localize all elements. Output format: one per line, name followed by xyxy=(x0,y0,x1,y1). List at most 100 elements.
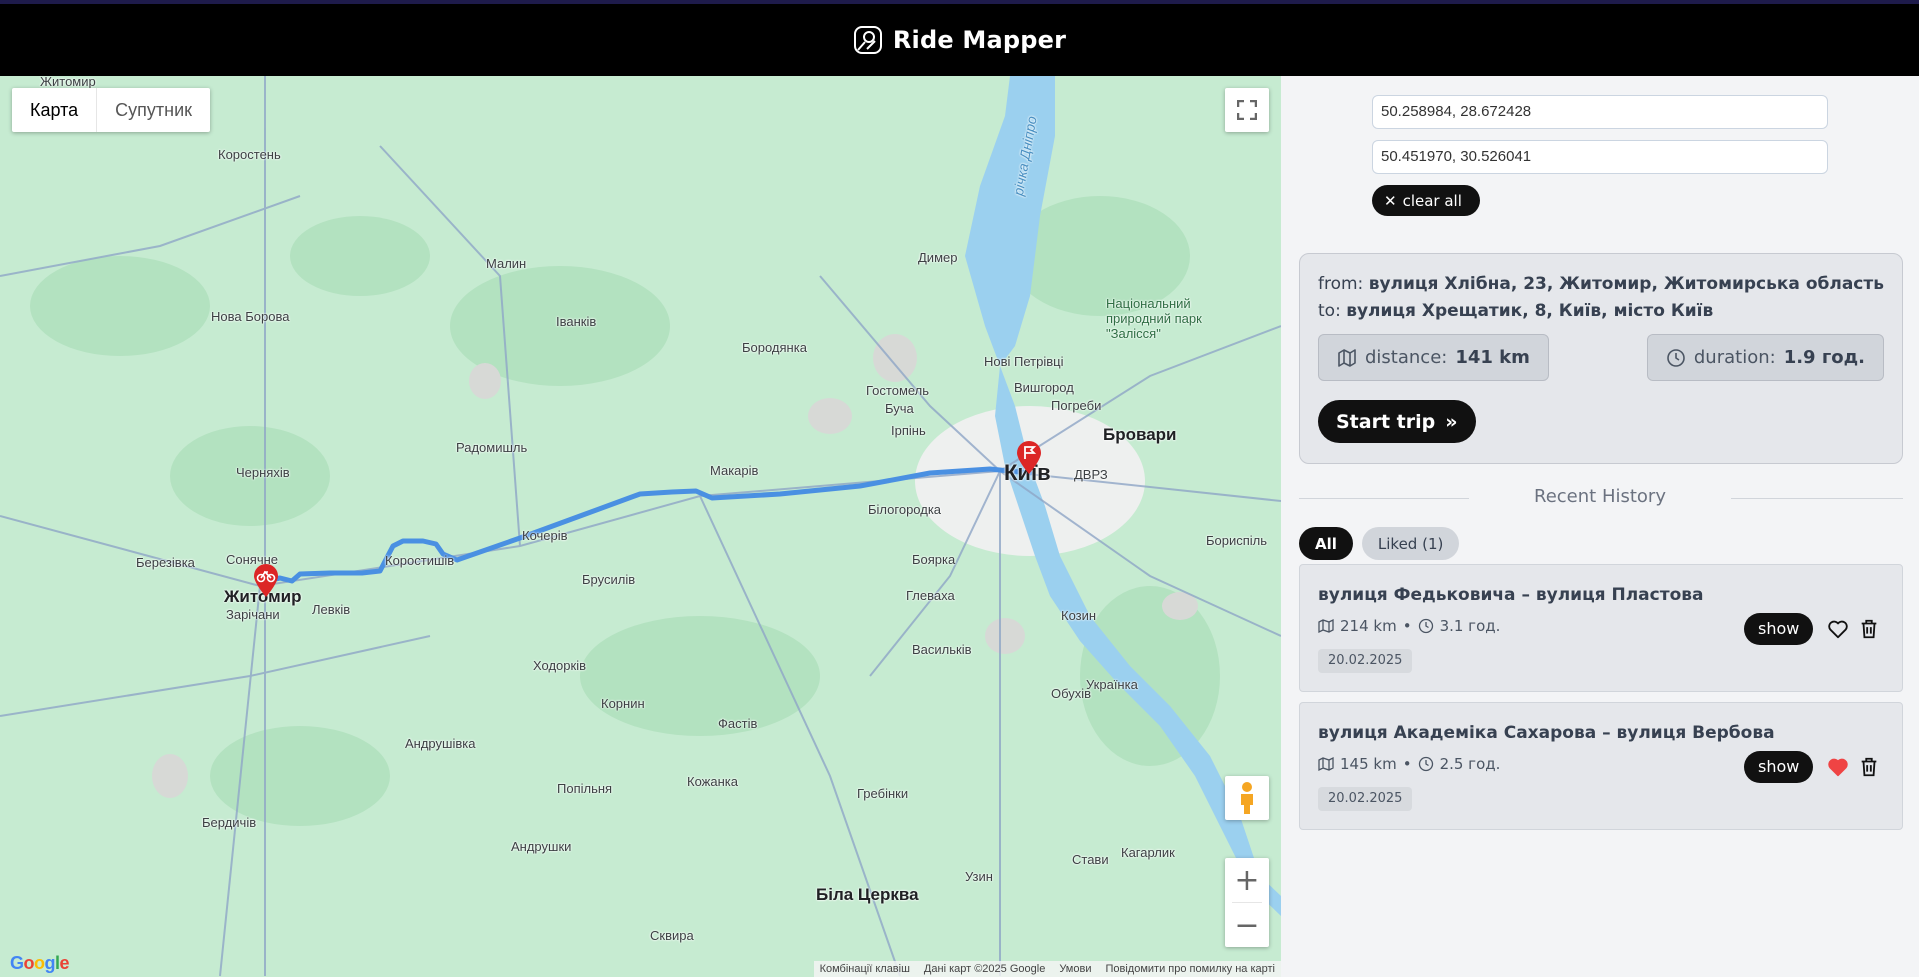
double-chevron-right-icon: » xyxy=(1445,410,1458,433)
show-button[interactable]: show xyxy=(1744,613,1814,645)
map-label: Погреби xyxy=(1051,398,1102,413)
history-item-date: 20.02.2025 xyxy=(1318,649,1413,673)
recent-history-title: Recent History xyxy=(1534,486,1666,507)
map-label: Іванків xyxy=(556,314,597,329)
flag-marker-icon[interactable] xyxy=(1014,439,1044,475)
map-label: Стави xyxy=(1072,852,1109,867)
report-error-link[interactable]: Повідомити про помилку на карті xyxy=(1105,963,1275,975)
map-label: Коростень xyxy=(218,147,281,162)
clear-all-button[interactable]: ✕ clear all xyxy=(1372,185,1480,216)
zoom-in-button[interactable]: + xyxy=(1225,858,1269,902)
map-type-map-button[interactable]: Карта xyxy=(12,88,98,132)
history-item-title: вулиця Федьковича – вулиця Пластова xyxy=(1318,585,1704,605)
map-label: Кочерів xyxy=(522,528,568,543)
tab-liked[interactable]: Liked (1) xyxy=(1361,527,1460,560)
map-label: Коростишів xyxy=(385,553,455,568)
map-label: Нові Петрівці xyxy=(984,354,1064,369)
map-label: Боярка xyxy=(912,552,956,567)
trash-icon[interactable] xyxy=(1858,756,1880,778)
map-label: Попільня xyxy=(557,781,613,796)
start-trip-button[interactable]: Start trip » xyxy=(1318,400,1476,443)
zoom-control: + − xyxy=(1225,858,1269,947)
map-label: Білогородка xyxy=(868,502,942,517)
duration-badge: duration: 1.9 год. xyxy=(1646,334,1884,381)
map-label: Бородянка xyxy=(742,340,807,355)
map-label: Березівка xyxy=(136,555,195,570)
map-label: Бердичів xyxy=(202,815,257,830)
clock-icon xyxy=(1418,618,1433,634)
map-pin-icon xyxy=(853,26,882,54)
map-label-park: Національний природний парк "Залісся" xyxy=(1106,296,1202,341)
street-view-button[interactable] xyxy=(1225,776,1269,820)
heart-icon[interactable] xyxy=(1827,618,1849,640)
map-label: Гребінки xyxy=(857,786,909,801)
clear-all-label: clear all xyxy=(1402,191,1462,210)
history-filter-tabs: All Liked (1) xyxy=(1299,527,1460,560)
map-type-control: Карта Супутник xyxy=(12,88,211,132)
map-label: Андрушки xyxy=(511,839,572,854)
map-label: Буча xyxy=(885,401,914,416)
route-from: from: вулиця Хлібна, 23, Житомир, Житоми… xyxy=(1318,274,1884,294)
show-button[interactable]: show xyxy=(1744,751,1814,783)
route-summary-card: from: вулиця Хлібна, 23, Житомир, Житоми… xyxy=(1299,253,1903,464)
history-item-date: 20.02.2025 xyxy=(1318,787,1413,811)
map-label: Кагарлик xyxy=(1121,845,1175,860)
sidebar: 50.258984, 28.672428 50.451970, 30.52604… xyxy=(1281,76,1919,977)
map-label: Димер xyxy=(918,250,958,265)
history-item-title: вулиця Академіка Сахарова – вулиця Вербо… xyxy=(1318,723,1775,743)
map-label: Радомишль xyxy=(456,440,528,455)
map-label: Обухів xyxy=(1051,686,1092,701)
map-label: Гостомель xyxy=(866,383,930,398)
map-icon xyxy=(1318,756,1334,772)
google-logo[interactable]: Google xyxy=(10,953,70,974)
heart-filled-icon[interactable] xyxy=(1827,756,1849,778)
map-type-satellite-button[interactable]: Супутник xyxy=(97,88,210,132)
map-label: Бориспіль xyxy=(1206,533,1268,548)
fullscreen-button[interactable] xyxy=(1225,88,1269,132)
tab-all[interactable]: All xyxy=(1299,527,1353,560)
map-label: Макарів xyxy=(710,463,759,478)
map-label: Кожанка xyxy=(687,774,738,789)
map-label: Вишгород xyxy=(1014,380,1074,395)
to-prefix: to: xyxy=(1318,301,1341,321)
distance-badge: distance: 141 km xyxy=(1318,334,1549,381)
duration-value: 1.9 год. xyxy=(1783,347,1865,368)
trash-icon[interactable] xyxy=(1858,618,1880,640)
distance-value: 141 km xyxy=(1455,347,1530,368)
map-label: Узин xyxy=(965,869,993,884)
clock-icon xyxy=(1667,348,1685,367)
map-label: ДВРЗ xyxy=(1074,467,1108,482)
route-to: to: вулиця Хрещатик, 8, Київ, місто Київ xyxy=(1318,301,1713,321)
map-label: Васильків xyxy=(912,642,972,657)
from-coordinates-input[interactable]: 50.258984, 28.672428 xyxy=(1372,95,1828,129)
duration-label: duration: xyxy=(1693,347,1776,368)
map-label: Корнин xyxy=(601,696,645,711)
history-item-meta: 145 km • 2.5 год. xyxy=(1318,755,1500,773)
map-label: Черняхів xyxy=(236,465,290,480)
map-label: Бровари xyxy=(1103,425,1177,444)
map-label: Сквира xyxy=(650,928,694,943)
terms-link[interactable]: Умови xyxy=(1059,963,1091,975)
to-coordinates-input[interactable]: 50.451970, 30.526041 xyxy=(1372,140,1828,174)
map-label: Козин xyxy=(1061,608,1097,623)
pegman-icon xyxy=(1241,782,1253,814)
app-title: Ride Mapper xyxy=(892,26,1067,54)
keyboard-shortcuts-link[interactable]: Комбінації клавіш xyxy=(820,963,910,975)
map-icon xyxy=(1338,348,1356,367)
map-label: Брусилів xyxy=(582,572,636,587)
history-item-distance: 145 km xyxy=(1340,755,1397,773)
history-item-duration: 2.5 год. xyxy=(1439,755,1501,773)
close-icon: ✕ xyxy=(1384,191,1397,210)
history-item: вулиця Академіка Сахарова – вулиця Вербо… xyxy=(1299,702,1903,830)
map-label: Фастів xyxy=(718,716,758,731)
map-label: Андрушівка xyxy=(405,736,476,751)
map-attribution: Комбінації клавіш Дані карт ©2025 Google… xyxy=(813,961,1281,977)
distance-label: distance: xyxy=(1365,347,1448,368)
app-header: Ride Mapper xyxy=(0,4,1919,76)
bicycle-marker-icon[interactable] xyxy=(251,562,281,598)
zoom-out-button[interactable]: − xyxy=(1225,903,1269,947)
map-view[interactable]: Житомир Коростень Малин Радомишль Макарі… xyxy=(0,76,1281,977)
map-label: Глеваха xyxy=(906,588,955,603)
map-background xyxy=(0,76,1281,977)
map-icon xyxy=(1318,618,1334,634)
